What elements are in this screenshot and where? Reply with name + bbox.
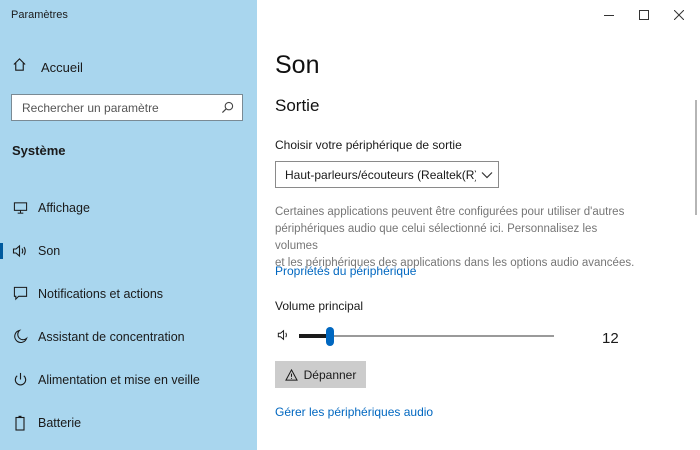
maximize-icon <box>639 10 649 20</box>
sidebar-item-label: Alimentation et mise en veille <box>38 372 200 387</box>
power-icon <box>12 372 28 388</box>
description-line: Certaines applications peuvent être conf… <box>275 206 625 218</box>
sidebar-item-assistant-concentration[interactable]: Assistant de concentration <box>0 315 257 358</box>
sidebar-item-label: Notifications et actions <box>38 286 164 301</box>
sidebar-section-title: Système <box>12 143 66 158</box>
output-description: Certaines applications peuvent être conf… <box>275 204 635 272</box>
monitor-icon <box>12 200 28 216</box>
maximize-button[interactable] <box>628 4 660 26</box>
volume-label: Volume principal <box>275 299 364 313</box>
sidebar-nav: Affichage Son Notifications et actions A… <box>0 186 257 444</box>
search-input[interactable] <box>12 99 218 116</box>
search-icon[interactable] <box>218 99 236 117</box>
home-label: Accueil <box>41 59 83 75</box>
sidebar: Paramètres Accueil Système Affichage Son <box>0 0 257 450</box>
sidebar-item-affichage[interactable]: Affichage <box>0 186 257 229</box>
device-properties-link[interactable]: Propriétés du périphérique <box>275 264 416 278</box>
battery-icon <box>12 415 28 431</box>
description-line: périphériques audio que celui sélectionn… <box>275 223 598 252</box>
manage-audio-devices-link[interactable]: Gérer les périphériques audio <box>275 405 433 419</box>
slider-track <box>299 335 554 337</box>
sidebar-item-label: Assistant de concentration <box>38 329 185 344</box>
sidebar-item-batterie[interactable]: Batterie <box>0 401 257 444</box>
output-device-dropdown[interactable]: Haut-parleurs/écouteurs (Realtek(R)... <box>275 161 499 188</box>
slider-thumb[interactable] <box>326 327 334 346</box>
troubleshoot-label: Dépanner <box>303 367 357 382</box>
sidebar-item-notifications[interactable]: Notifications et actions <box>0 272 257 315</box>
home-nav-item[interactable]: Accueil <box>12 57 83 77</box>
app-title: Paramètres <box>11 9 68 21</box>
volume-value: 12 <box>602 330 619 347</box>
sidebar-item-label: Son <box>38 243 61 258</box>
minimize-icon <box>604 15 614 16</box>
section-title: Sortie <box>275 96 320 115</box>
speaker-icon <box>12 243 28 259</box>
scrollbar[interactable] <box>695 100 697 215</box>
chevron-down-icon <box>476 171 498 179</box>
sidebar-item-alimentation[interactable]: Alimentation et mise en veille <box>0 358 257 401</box>
volume-speaker-icon[interactable] <box>277 328 291 347</box>
output-device-value: Haut-parleurs/écouteurs (Realtek(R)... <box>285 167 476 182</box>
search-box[interactable] <box>11 94 243 121</box>
moon-icon <box>12 329 28 345</box>
minimize-button[interactable] <box>593 4 625 26</box>
notification-icon <box>12 286 28 302</box>
sidebar-item-label: Batterie <box>38 415 82 430</box>
sidebar-item-son[interactable]: Son <box>0 229 257 272</box>
output-device-label: Choisir votre périphérique de sortie <box>275 138 462 152</box>
sidebar-item-label: Affichage <box>38 200 90 215</box>
home-icon <box>12 57 27 77</box>
troubleshoot-button[interactable]: Dépanner <box>275 361 366 388</box>
page-title: Son <box>275 51 320 79</box>
warning-icon <box>284 368 298 381</box>
close-icon <box>674 10 684 20</box>
close-button[interactable] <box>663 4 695 26</box>
volume-slider[interactable] <box>299 327 554 347</box>
